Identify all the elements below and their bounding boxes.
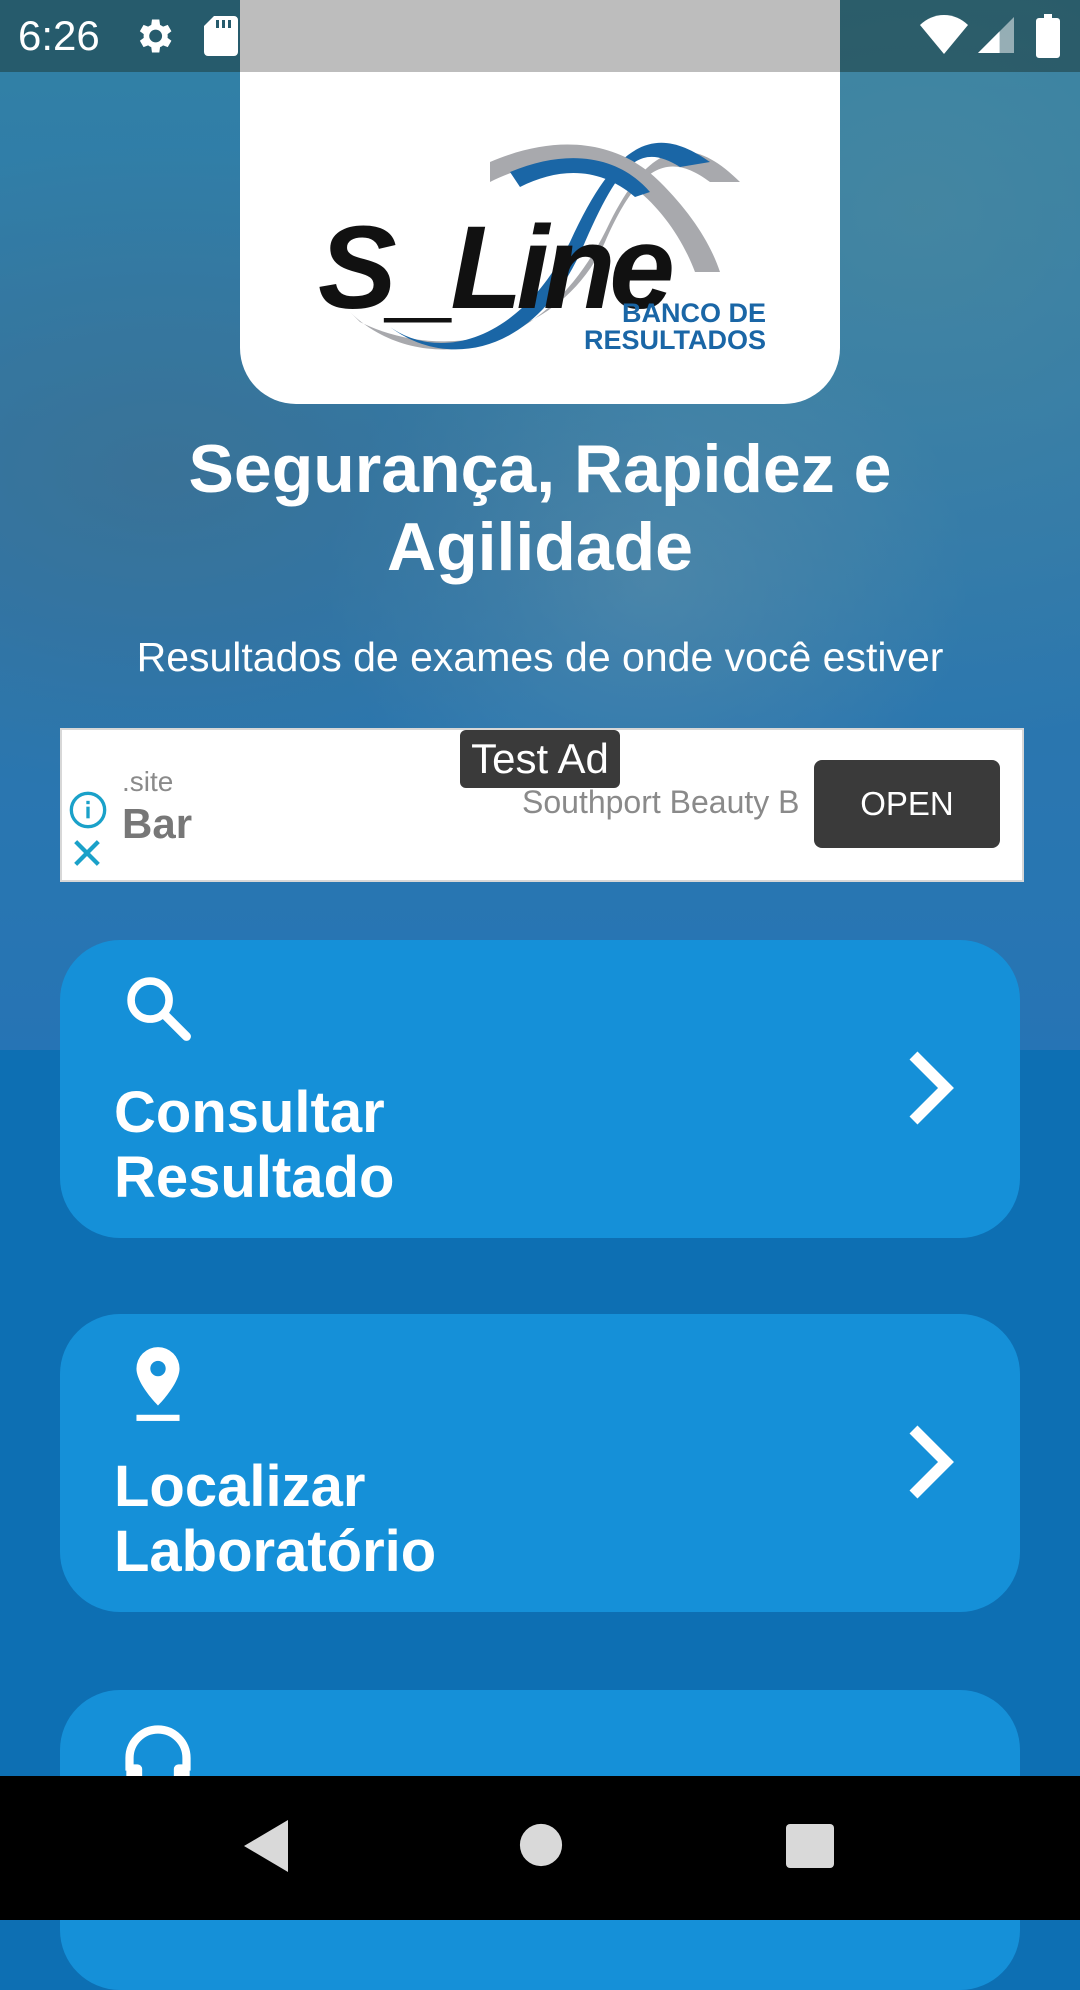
ad-title: Bar — [122, 800, 193, 847]
logo-subtitle: BANCO DE RESULTADOS — [584, 300, 766, 354]
chevron-right-icon — [906, 1422, 956, 1507]
info-icon[interactable] — [68, 790, 108, 835]
gear-icon — [132, 14, 176, 63]
test-ad-label: Test Ad — [460, 730, 620, 788]
page-headline: Segurança, Rapidez e Agilidade — [0, 430, 1080, 586]
logo-sub-line2: RESULTADOS — [584, 325, 766, 355]
logo-card: S_Line BANCO DE RESULTADOS — [240, 72, 840, 404]
back-icon[interactable] — [240, 1816, 292, 1881]
search-icon — [120, 970, 196, 1051]
recent-apps-icon[interactable] — [786, 1824, 834, 1873]
card-title-line1: Localizar — [114, 1454, 366, 1519]
status-time: 6:26 — [18, 12, 100, 59]
headline-line2: Agilidade — [386, 509, 694, 585]
ad-site: .site — [122, 766, 174, 797]
card-title-line2: Laboratório — [114, 1519, 437, 1584]
card-title-line2: Resultado — [114, 1145, 395, 1210]
location-pin-icon — [120, 1344, 196, 1429]
home-icon[interactable] — [518, 1822, 564, 1873]
battery-icon — [1036, 14, 1060, 63]
card-title: Consultar Resultado — [114, 1080, 714, 1210]
page-subtitle: Resultados de exames de onde você estive… — [136, 634, 944, 680]
ad-open-button[interactable]: OPEN — [814, 760, 1000, 848]
signal-icon — [978, 16, 1014, 59]
locate-lab-button[interactable]: Localizar Laboratório — [60, 1314, 1020, 1612]
ad-advertiser: Southport Beauty B — [522, 784, 800, 820]
close-icon[interactable] — [70, 836, 104, 875]
headline-line1: Segurança, Rapidez e — [188, 431, 892, 507]
chevron-right-icon — [906, 1048, 956, 1133]
top-placeholder-bar — [240, 0, 840, 72]
consult-result-button[interactable]: Consultar Resultado — [60, 940, 1020, 1238]
card-title: Localizar Laboratório — [114, 1454, 714, 1584]
logo-sub-line1: BANCO DE — [621, 298, 766, 328]
card-title-line1: Consultar — [114, 1080, 385, 1145]
wifi-icon — [920, 14, 968, 59]
navigation-bar — [0, 1776, 1080, 1920]
sd-card-icon — [204, 16, 238, 61]
